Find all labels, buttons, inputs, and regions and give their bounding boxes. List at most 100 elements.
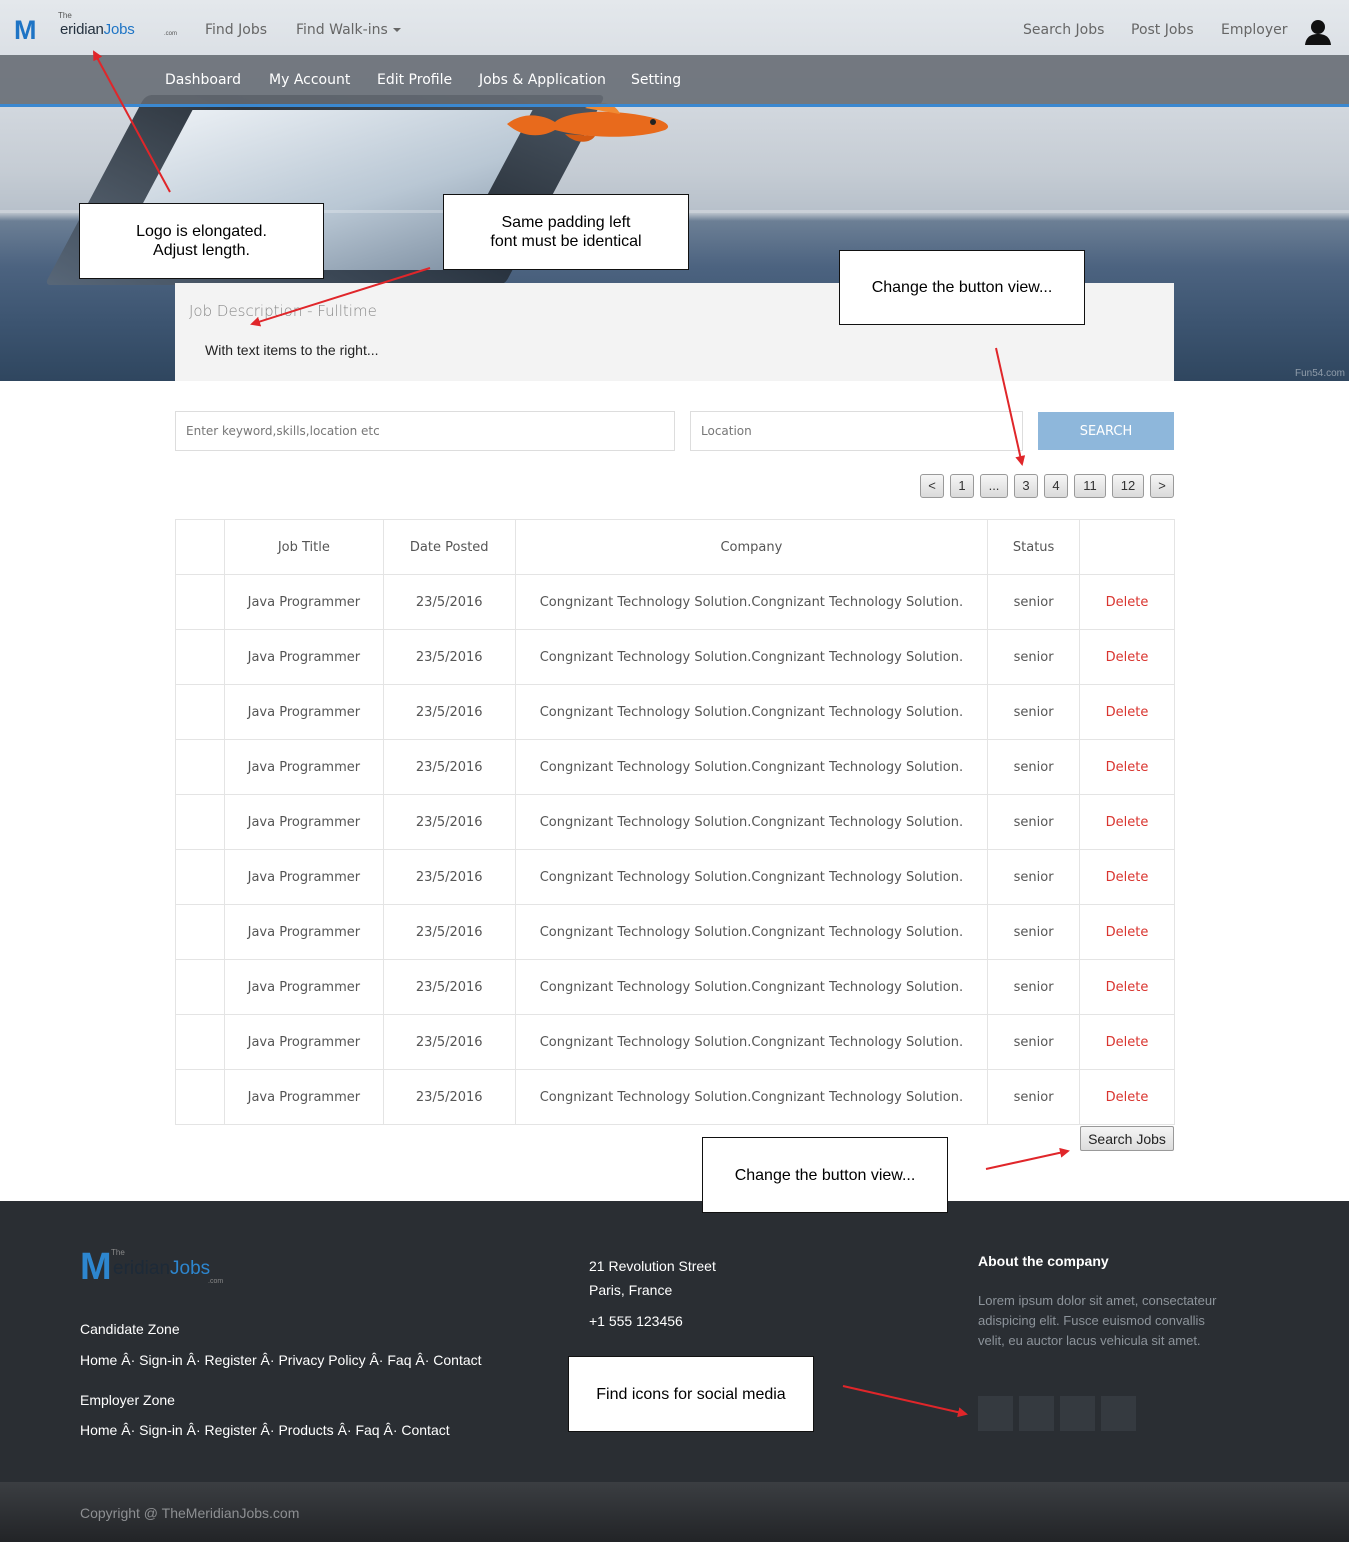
cell-company: Congnizant Technology Solution.Congnizan… [514, 849, 989, 905]
delete-link[interactable]: Delete [1079, 1014, 1175, 1070]
cell-job-title: Java Programmer [223, 794, 384, 850]
address-line1: 21 Revolution Street [589, 1258, 716, 1274]
delete-link[interactable]: Delete [1079, 794, 1175, 850]
candidate-link-contact[interactable]: Contact [433, 1352, 481, 1368]
table-row: Java Programmer 23/5/2016 Congnizant Techn… [175, 794, 1175, 850]
nav-find-walkins[interactable]: Find Walk-ins [296, 22, 401, 38]
cell-job-title: Java Programmer [223, 574, 384, 630]
cell-company: Congnizant Technology Solution.Congnizan… [514, 904, 989, 960]
delete-link[interactable]: Delete [1079, 629, 1175, 685]
delete-link[interactable]: Delete [1079, 739, 1175, 795]
hero-watermark: Fun54.com [1294, 368, 1345, 379]
cell-status: senior [987, 739, 1081, 795]
annotation-logo-line1: Logo is elongated. [136, 223, 267, 240]
nav-find-walkins-label: Find Walk-ins [296, 22, 388, 38]
subnav-my-account[interactable]: My Account [269, 72, 350, 88]
employer-link-register[interactable]: Register [205, 1422, 257, 1438]
user-icon[interactable] [1304, 19, 1332, 45]
about-company-text: Lorem ipsum dolor sit amet, consectateur… [978, 1293, 1217, 1348]
footer-logo-m: M [80, 1246, 112, 1288]
annotation-button-bottom-note: Change the button view... [702, 1137, 948, 1213]
annotation-padding-line1: Same padding left [501, 214, 631, 231]
table-header-row: Job Title Date Posted Company Status [175, 519, 1175, 575]
cell-date-posted: 23/5/2016 [382, 904, 516, 960]
candidate-link-faq[interactable]: Faq [387, 1352, 411, 1368]
subnav-jobs-application[interactable]: Jobs & Application [479, 72, 606, 88]
subnav-edit-profile[interactable]: Edit Profile [377, 72, 452, 88]
cell-status: senior [987, 629, 1081, 685]
candidate-link-sign-in[interactable]: Sign-in [139, 1352, 183, 1368]
cell-status: senior [987, 1069, 1081, 1125]
pagination-next[interactable]: > [1150, 474, 1174, 498]
cell-select [175, 904, 225, 960]
cell-status: senior [987, 849, 1081, 905]
cell-date-posted: 23/5/2016 [382, 574, 516, 630]
pagination-page-1[interactable]: 1 [950, 474, 974, 498]
delete-link[interactable]: Delete [1079, 959, 1175, 1015]
subnav-dashboard[interactable]: Dashboard [165, 72, 241, 88]
location-input[interactable] [690, 411, 1023, 451]
search-jobs-button[interactable]: Search Jobs [1080, 1126, 1174, 1151]
link-separator: Â· [117, 1352, 140, 1368]
logo-eridian: eridian [60, 21, 104, 38]
delete-link[interactable]: Delete [1079, 904, 1175, 960]
delete-link[interactable]: Delete [1079, 684, 1175, 740]
annotation-padding-line2: font must be identical [490, 233, 642, 250]
cell-date-posted: 23/5/2016 [382, 1069, 516, 1125]
col-header-select [175, 519, 225, 575]
delete-link[interactable]: Delete [1079, 1069, 1175, 1125]
col-header-action [1079, 519, 1175, 575]
link-separator: Â· [182, 1422, 205, 1438]
candidate-link-home[interactable]: Home [80, 1352, 117, 1368]
pagination-ellipsis[interactable]: ... [980, 474, 1008, 498]
footer-logo-com: .com [208, 1278, 224, 1285]
nav-find-jobs[interactable]: Find Jobs [205, 22, 267, 38]
pagination-prev[interactable]: < [920, 474, 944, 498]
site-logo[interactable]: The M eridianJobs .com [14, 11, 179, 45]
social-icon-1[interactable] [978, 1396, 1013, 1431]
nav-post-jobs[interactable]: Post Jobs [1131, 22, 1194, 38]
delete-link[interactable]: Delete [1079, 849, 1175, 905]
footer-logo[interactable]: The M eridianJobs .com [80, 1246, 230, 1288]
candidate-link-register[interactable]: Register [205, 1352, 257, 1368]
pagination-page-12[interactable]: 12 [1112, 474, 1144, 498]
pagination-page-3[interactable]: 3 [1014, 474, 1038, 498]
employer-link-products[interactable]: Products [278, 1422, 333, 1438]
nav-search-jobs[interactable]: Search Jobs [1023, 22, 1104, 38]
search-button[interactable]: SEARCH [1038, 412, 1174, 450]
social-icon-2[interactable] [1019, 1396, 1054, 1431]
caret-down-icon [392, 28, 401, 32]
cell-company: Congnizant Technology Solution.Congnizan… [514, 1069, 989, 1125]
social-icon-3[interactable] [1060, 1396, 1095, 1431]
annotation-logo-note: Logo is elongated. Adjust length. [79, 203, 324, 279]
pagination-page-4[interactable]: 4 [1044, 474, 1068, 498]
cell-select [175, 794, 225, 850]
annotation-social-note: Find icons for social media [568, 1356, 814, 1432]
cell-status: senior [987, 794, 1081, 850]
cell-status: senior [987, 904, 1081, 960]
candidate-link-privacy-policy[interactable]: Privacy Policy [278, 1352, 365, 1368]
cell-select [175, 739, 225, 795]
logo-the: The [58, 11, 72, 20]
table-row: Java Programmer 23/5/2016 Congnizant Techn… [175, 574, 1175, 630]
table-row: Java Programmer 23/5/2016 Congnizant Techn… [175, 1069, 1175, 1125]
col-header-company: Company [514, 519, 989, 575]
employer-link-contact[interactable]: Contact [401, 1422, 449, 1438]
employer-link-home[interactable]: Home [80, 1422, 117, 1438]
logo-com: .com [164, 31, 178, 37]
employer-link-faq[interactable]: Faq [355, 1422, 379, 1438]
keyword-search-input[interactable] [175, 411, 675, 451]
cell-date-posted: 23/5/2016 [382, 794, 516, 850]
pagination-page-11[interactable]: 11 [1074, 474, 1106, 498]
employer-link-sign-in[interactable]: Sign-in [139, 1422, 183, 1438]
cell-status: senior [987, 1014, 1081, 1070]
link-separator: Â· [117, 1422, 140, 1438]
col-header-job-title: Job Title [223, 519, 384, 575]
subnav-setting[interactable]: Setting [631, 72, 681, 88]
cell-job-title: Java Programmer [223, 1069, 384, 1125]
cell-job-title: Java Programmer [223, 739, 384, 795]
social-icon-4[interactable] [1101, 1396, 1136, 1431]
nav-employer[interactable]: Employer [1221, 22, 1287, 38]
delete-link[interactable]: Delete [1079, 574, 1175, 630]
table-row: Java Programmer 23/5/2016 Congnizant Techn… [175, 629, 1175, 685]
